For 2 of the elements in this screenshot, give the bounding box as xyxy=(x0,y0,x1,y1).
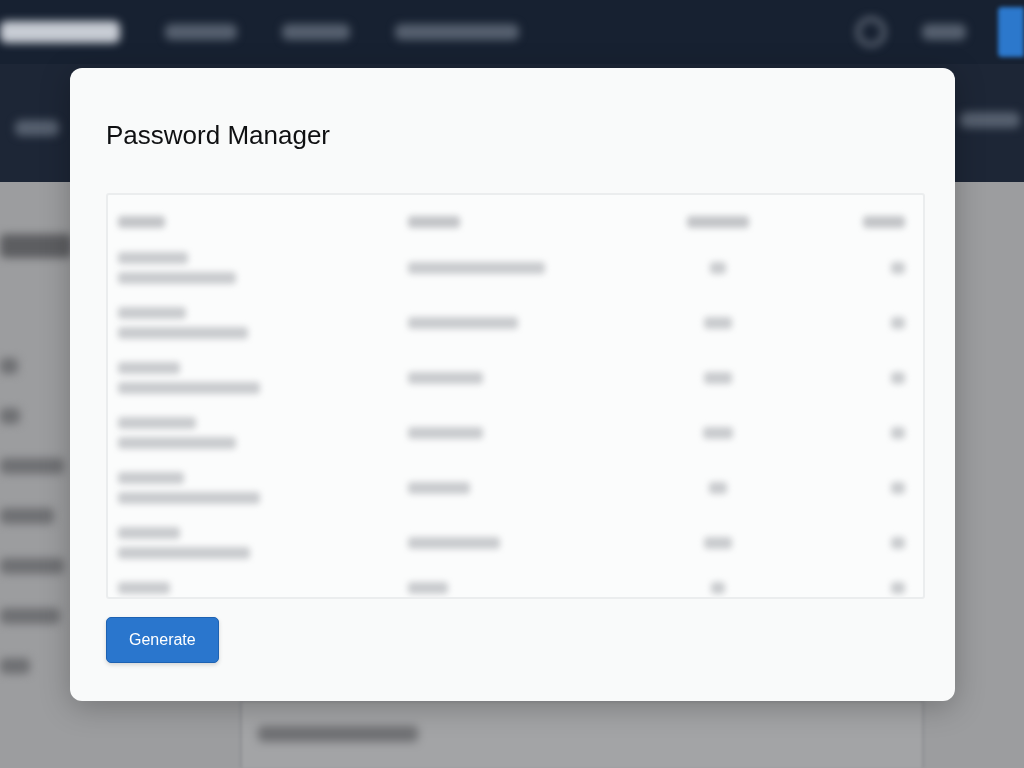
dialog-title: Password Manager xyxy=(106,119,330,152)
generate-button[interactable]: Generate xyxy=(106,617,219,663)
